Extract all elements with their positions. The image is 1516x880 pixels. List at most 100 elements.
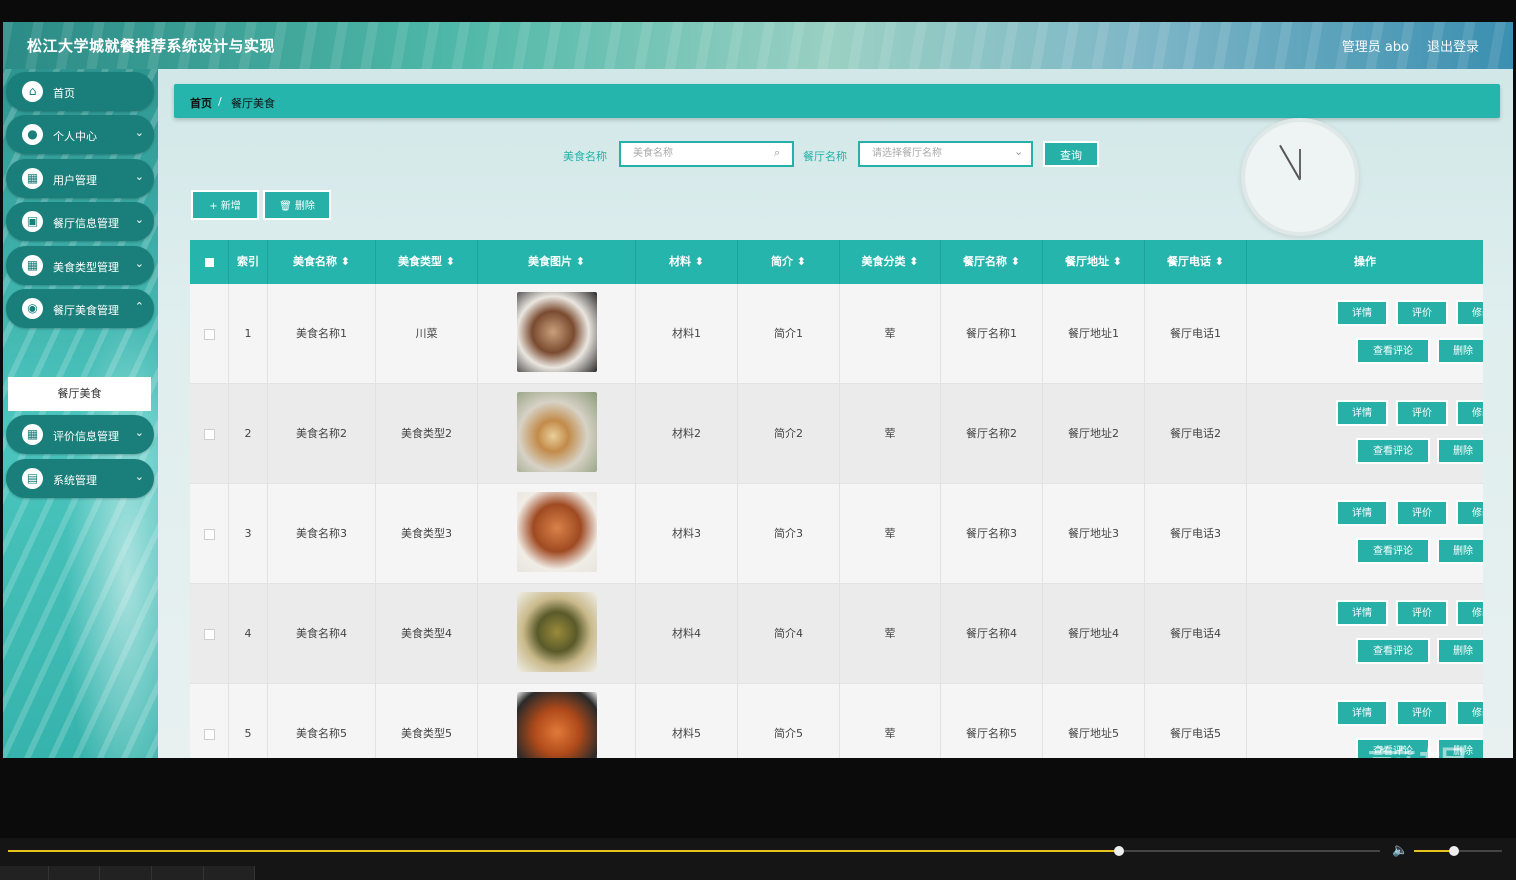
sidebar-item-restaurant-food[interactable]: ◉ 餐厅美食管理 ⌃ [6, 289, 154, 328]
select-all-checkbox[interactable] [190, 240, 229, 284]
breadcrumb-home[interactable]: 首页 [190, 95, 212, 111]
view-comments-button[interactable]: 查看评论 [1356, 638, 1430, 664]
cell-material: 材料5 [636, 684, 738, 758]
delete-button[interactable]: 删除 [1437, 438, 1483, 464]
progress-remaining[interactable] [1119, 850, 1380, 852]
home-icon: ⌂ [22, 81, 43, 102]
header-label: 餐厅名称 [962, 255, 1007, 268]
cell-food-name: 美食名称5 [268, 684, 376, 758]
cell-food-type: 美食类型5 [376, 684, 478, 758]
delete-button[interactable]: 删除 [1437, 538, 1483, 564]
edit-button[interactable]: 修改 [1456, 700, 1483, 726]
view-comments-button[interactable]: 查看评论 [1356, 538, 1430, 564]
food-image[interactable] [517, 392, 597, 472]
logout-link[interactable]: 退出登录 [1427, 36, 1479, 55]
sidebar-item-label: 个人中心 [53, 130, 97, 143]
food-image[interactable] [517, 592, 597, 672]
volume-remaining[interactable] [1454, 850, 1502, 852]
sidebar-item-users[interactable]: ▦ 用户管理 ⌄ [6, 159, 154, 198]
edit-button[interactable]: 修改 [1456, 300, 1483, 326]
food-name-input[interactable]: 美食名称 [619, 141, 794, 167]
cell-food-image [478, 284, 636, 384]
delete-button[interactable]: 删除 [1437, 338, 1483, 364]
edit-button[interactable]: 修改 [1456, 600, 1483, 626]
row-checkbox[interactable] [204, 629, 215, 640]
row-checkbox[interactable] [204, 529, 215, 540]
detail-button[interactable]: 详情 [1336, 300, 1388, 326]
current-user: 管理员 abo [1341, 40, 1409, 55]
cell-restaurant-name: 餐厅名称1 [941, 284, 1043, 384]
restaurant-name-select[interactable]: 请选择餐厅名称 [858, 141, 1033, 167]
volume-knob[interactable] [1449, 846, 1459, 856]
app-window: 松江大学城就餐推荐系统设计与实现 管理员 abo 退出登录 ⌂ 首页 ● 个人中… [3, 22, 1513, 758]
col-food-image[interactable]: 美食图片 ⬍ [478, 240, 636, 284]
cell-restaurant-name: 餐厅名称4 [941, 584, 1043, 684]
view-comments-button[interactable]: 查看评论 [1356, 438, 1430, 464]
progress-knob[interactable] [1114, 846, 1124, 856]
edit-button[interactable]: 修改 [1456, 500, 1483, 526]
row-checkbox[interactable] [204, 729, 215, 740]
cell-index: 1 [229, 284, 268, 384]
food-image[interactable] [517, 292, 597, 372]
detail-button[interactable]: 详情 [1336, 700, 1388, 726]
sidebar-item-label: 评价信息管理 [53, 430, 119, 443]
edit-button[interactable]: 修改 [1456, 400, 1483, 426]
sidebar-item-profile[interactable]: ● 个人中心 ⌄ [6, 115, 154, 154]
progress-played[interactable] [8, 850, 1119, 852]
sidebar-item-food-type[interactable]: ▦ 美食类型管理 ⌄ [6, 246, 154, 285]
chevron-down-icon: ⌄ [134, 170, 144, 183]
cell-category: 荤 [840, 284, 941, 384]
cell-material: 材料1 [636, 284, 738, 384]
row-checkbox[interactable] [204, 329, 215, 340]
rate-button[interactable]: 评价 [1396, 700, 1448, 726]
delete-button[interactable]: 删除 [1437, 638, 1483, 664]
cell-food-name: 美食名称3 [268, 484, 376, 584]
sidebar-item-restaurant-info[interactable]: ▣ 餐厅信息管理 ⌄ [6, 202, 154, 241]
chevron-down-icon: ⌄ [134, 470, 144, 483]
col-restaurant-phone[interactable]: 餐厅电话 ⬍ [1145, 240, 1247, 284]
header-label: 美食名称 [292, 255, 337, 268]
detail-button[interactable]: 详情 [1336, 500, 1388, 526]
sidebar-item-system[interactable]: ▤ 系统管理 ⌄ [6, 459, 154, 498]
cell-restaurant-phone: 餐厅电话2 [1145, 384, 1247, 484]
submenu-restaurant-food[interactable]: 餐厅美食 [8, 377, 151, 411]
thumbnail-strip [152, 866, 204, 880]
rate-button[interactable]: 评价 [1396, 500, 1448, 526]
food-image[interactable] [517, 692, 597, 758]
breadcrumb-separator: / [218, 95, 222, 108]
cell-food-image [478, 684, 636, 758]
col-restaurant-address[interactable]: 餐厅地址 ⬍ [1043, 240, 1145, 284]
col-restaurant-name[interactable]: 餐厅名称 ⬍ [941, 240, 1043, 284]
detail-button[interactable]: 详情 [1336, 600, 1388, 626]
detail-button[interactable]: 详情 [1336, 400, 1388, 426]
batch-delete-button[interactable]: 🗑 删除 [263, 190, 331, 220]
cell-actions: 详情评价修改查看评论删除 [1247, 284, 1483, 384]
rate-button[interactable]: 评价 [1396, 400, 1448, 426]
col-category[interactable]: 美食分类 ⬍ [840, 240, 941, 284]
cell-index: 5 [229, 684, 268, 758]
cell-restaurant-address: 餐厅地址4 [1043, 584, 1145, 684]
rate-button[interactable]: 评价 [1396, 600, 1448, 626]
app-title: 松江大学城就餐推荐系统设计与实现 [27, 37, 276, 55]
cell-actions: 详情评价修改查看评论删除 [1247, 484, 1483, 584]
query-button[interactable]: 查询 [1043, 141, 1099, 167]
view-comments-button[interactable]: 查看评论 [1356, 338, 1430, 364]
sidebar-item-reviews[interactable]: ▦ 评价信息管理 ⌄ [6, 415, 154, 454]
food-image[interactable] [517, 492, 597, 572]
volume-level[interactable] [1414, 850, 1454, 852]
col-food-type[interactable]: 美食类型 ⬍ [376, 240, 478, 284]
chevron-down-icon: ⌄ [134, 213, 144, 226]
clipboard-icon: ▤ [22, 468, 43, 489]
volume-icon[interactable]: 🔈 [1392, 843, 1408, 858]
cell-food-name: 美食名称1 [268, 284, 376, 384]
sidebar-item-home[interactable]: ⌂ 首页 [6, 72, 154, 111]
col-material[interactable]: 材料 ⬍ [636, 240, 738, 284]
add-button[interactable]: + 新增 [191, 190, 259, 220]
header-label: 美食类型 [397, 255, 442, 268]
cell-index: 3 [229, 484, 268, 584]
col-intro[interactable]: 简介 ⬍ [738, 240, 840, 284]
row-checkbox[interactable] [204, 429, 215, 440]
rate-button[interactable]: 评价 [1396, 300, 1448, 326]
main-content: 首页 / 餐厅美食 美食名称 美食名称 ⌕ 餐厅名称 请选择餐厅名称 ⌄ 查询 … [158, 70, 1513, 758]
col-food-name[interactable]: 美食名称 ⬍ [268, 240, 376, 284]
